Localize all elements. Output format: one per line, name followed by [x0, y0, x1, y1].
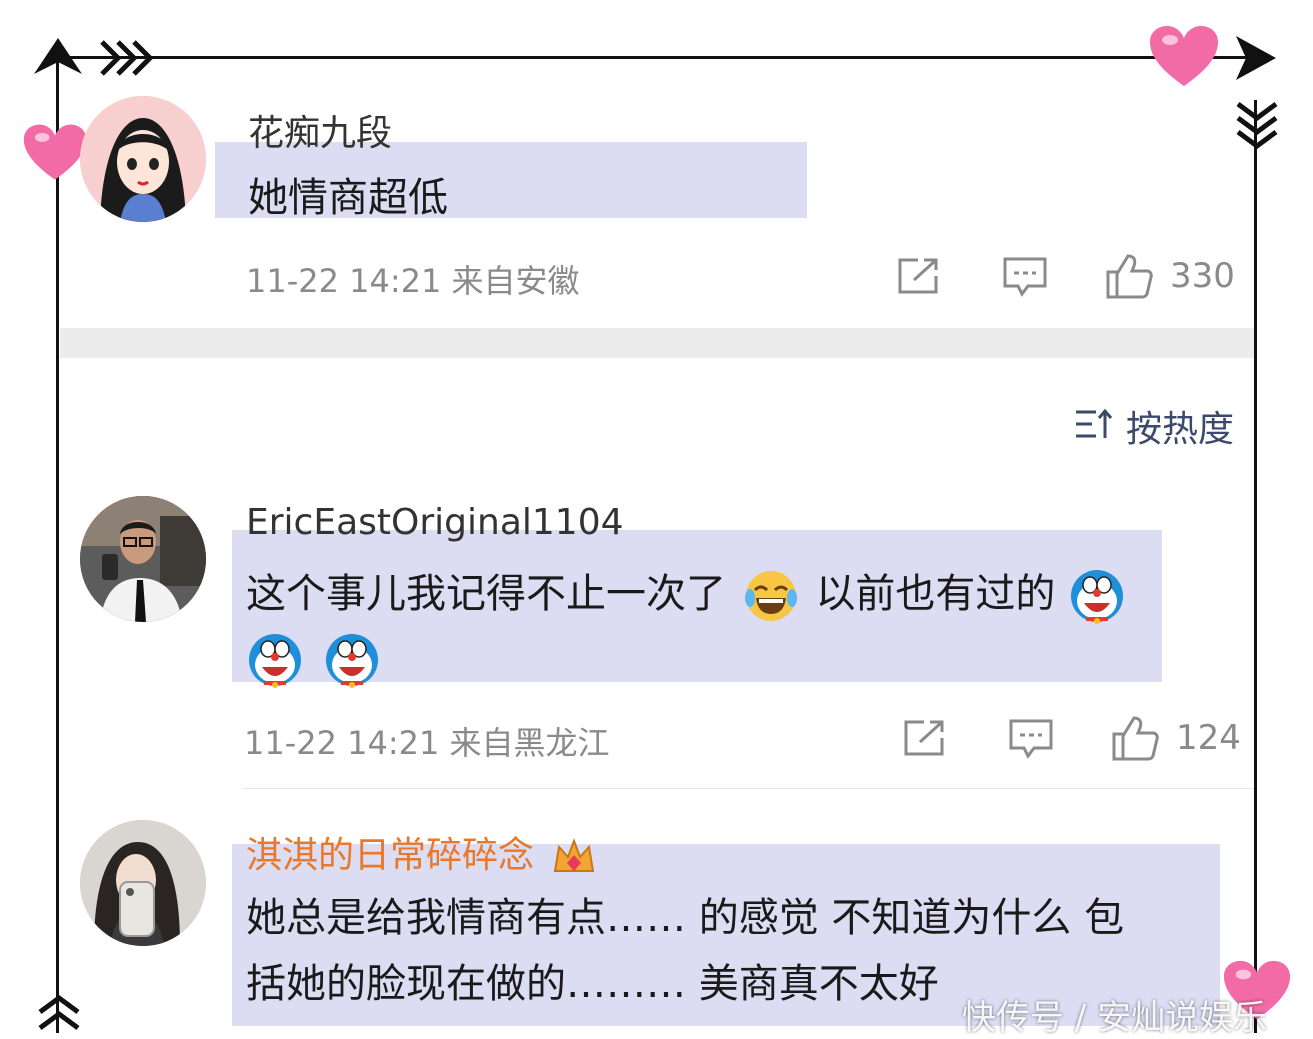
comment-icon[interactable]	[1008, 718, 1054, 760]
username[interactable]: 淇淇的日常碎碎念	[246, 826, 597, 878]
comment-text: 括她的脸现在做的……… 美商真不太好	[246, 961, 939, 1007]
doraemon-emoji	[325, 634, 378, 688]
username-text: 淇淇的日常碎碎念	[246, 835, 535, 876]
heart-icon	[1150, 26, 1218, 86]
comment-meta: 11-22 14:21 来自安徽	[246, 262, 580, 300]
username[interactable]: 花痴九段	[248, 104, 392, 156]
sort-icon	[1076, 408, 1113, 438]
doraemon-emoji	[1071, 570, 1124, 624]
section-separator	[60, 328, 1254, 358]
like-icon[interactable]	[1110, 714, 1160, 762]
chevrons-right-icon	[100, 40, 154, 76]
frame-top-line	[58, 56, 1258, 59]
chevrons-up-icon	[38, 994, 80, 1031]
frame-left-line	[56, 60, 59, 1033]
comment-meta: 11-22 14:21 来自黑龙江	[244, 724, 610, 762]
laugh-cry-emoji	[744, 571, 797, 621]
sort-button[interactable]: 按热度	[1074, 400, 1244, 450]
username[interactable]: EricEastOriginal1104	[246, 502, 624, 543]
comment-text: 她情商超低	[248, 175, 448, 221]
doraemon-emoji	[249, 634, 301, 688]
watermark: 快传号 / 安灿说娱乐	[962, 998, 1268, 1038]
comment-icon[interactable]	[1002, 256, 1048, 298]
cartoon-girl-avatar-icon	[80, 96, 206, 222]
comment-text: 她总是给我情商有点…… 的感觉 不知道为什么 包	[246, 895, 1125, 941]
comment-text-part: 这个事儿我记得不止一次了	[246, 571, 726, 617]
arrow-up-icon	[34, 38, 82, 74]
frame-right-line	[1254, 100, 1257, 1033]
arrow-right-icon	[1236, 36, 1276, 80]
like-icon[interactable]	[1104, 252, 1154, 300]
avatar[interactable]	[80, 96, 206, 222]
share-icon[interactable]	[896, 256, 942, 296]
avatar[interactable]	[80, 496, 206, 622]
woman-selfie-avatar-icon	[80, 820, 206, 946]
like-count: 330	[1170, 256, 1235, 296]
man-selfie-avatar-icon	[80, 496, 206, 622]
heart-icon	[23, 124, 87, 180]
crown-badge-icon	[554, 838, 595, 872]
sort-label: 按热度	[1126, 409, 1235, 450]
comment-text: 这个事儿我记得不止一次了 以前也有过的	[246, 562, 1126, 690]
chevrons-down-icon	[1236, 101, 1278, 150]
avatar[interactable]	[80, 820, 206, 946]
share-icon[interactable]	[902, 718, 948, 758]
like-count: 124	[1176, 718, 1241, 758]
comment-text-part: 以前也有过的	[815, 571, 1056, 617]
comment-divider	[244, 788, 1254, 789]
